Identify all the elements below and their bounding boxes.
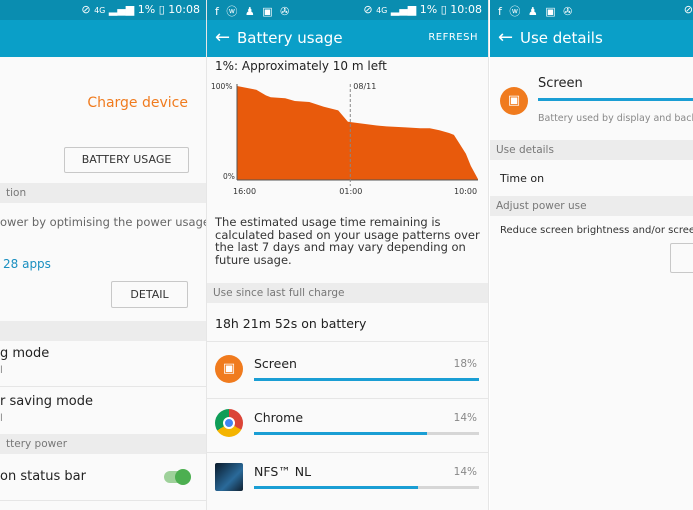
network-label: 4G <box>94 6 106 15</box>
battery-usage-panel: f ⓦ ♟ ▣ ✇ ⊘ 4G ▂▄▆ 1% ▯ 10:08 ← Battery … <box>206 0 489 510</box>
status-bar: f ⓦ ♟ ▣ ✇ ⊘ 4G ▂▄▆ 1% ▯ 10:08 <box>207 0 488 20</box>
left-panel: ⊘ 4G ▂▄▆ 1% ▯ 10:08 Charge device BATTER… <box>0 0 206 510</box>
notification-icons: f ⓦ ♟ ▣ ✇ <box>215 5 292 18</box>
toggle-knob <box>175 469 191 485</box>
nfs-game-icon <box>215 463 243 491</box>
mute-icon: ⊘ <box>81 3 91 16</box>
mute-icon: ⊘ <box>363 3 373 16</box>
app-usage-bar <box>254 486 479 489</box>
divider <box>207 398 488 399</box>
screen-description: Battery used by display and back <box>538 113 693 124</box>
divider <box>207 341 488 342</box>
app-bar: ← Battery usage REFRESH <box>207 20 488 57</box>
back-arrow-icon[interactable]: ← <box>498 27 513 48</box>
use-details-panel: f ⓦ ♟ ▣ ✇ ⊘ ← Use details ▣ Screen Batte… <box>490 0 693 510</box>
section-usage: Use since last full charge <box>207 283 488 303</box>
detail-button[interactable]: DETAIL <box>111 281 188 308</box>
mode-1-title[interactable]: g mode <box>0 346 49 361</box>
divider <box>207 452 488 453</box>
app-percent: 18% <box>453 358 477 370</box>
battery-icon: ▯ <box>440 3 447 16</box>
section-adjust-power: Adjust power use <box>490 196 693 216</box>
app-name[interactable]: NFS™ NL <box>254 464 311 479</box>
remaining-estimate: 1%: Approximately 10 m left <box>215 59 387 73</box>
y-tick-label: 0% <box>223 172 235 181</box>
mode-1-sub: l <box>0 365 3 376</box>
app-usage-bar-fill <box>254 432 428 435</box>
mute-icon: ⊘ <box>683 3 693 16</box>
battery-chart: 08/11 100% 0% 16:00 01:00 10:00 <box>211 82 478 196</box>
app-usage-bar-fill <box>254 378 479 381</box>
battery-percent: 1% <box>419 3 438 16</box>
screen-icon: ▣ <box>215 355 243 383</box>
divider <box>0 500 206 501</box>
clock: 10:08 <box>450 3 482 16</box>
mode-2-sub: l <box>0 413 3 424</box>
section-battery-power: ttery power <box>0 434 206 454</box>
app-bar: ← Use details <box>490 20 693 57</box>
battery-icon: ▯ <box>158 3 165 16</box>
x-tick-label: 16:00 <box>233 187 256 196</box>
y-tick-label: 100% <box>211 82 232 91</box>
screen-usage-bar <box>538 98 693 101</box>
optimization-description: ower by optimising the power usage <box>0 215 206 229</box>
x-tick-label: 01:00 <box>339 187 362 196</box>
battery-usage-button[interactable]: BATTERY USAGE <box>64 147 189 173</box>
app-usage-bar <box>254 378 479 381</box>
charge-device-label: Charge device <box>87 95 188 111</box>
screen-icon: ▣ <box>500 87 528 115</box>
status-right: ⊘ 4G ▂▄▆ 1% ▯ 10:08 <box>81 3 200 16</box>
mode-2-title[interactable]: r saving mode <box>0 394 93 409</box>
page-title: Battery usage <box>237 29 343 47</box>
divider <box>0 386 206 387</box>
screen-settings-button[interactable] <box>670 243 693 273</box>
clock: 10:08 <box>168 3 200 16</box>
status-bar: f ⓦ ♟ ▣ ✇ ⊘ <box>490 0 693 20</box>
signal-icon: ▂▄▆ <box>108 3 135 16</box>
date-marker-label: 08/11 <box>353 82 376 91</box>
status-right: ⊘ <box>684 3 693 16</box>
status-bar: ⊘ 4G ▂▄▆ 1% ▯ 10:08 <box>0 0 206 20</box>
section-modes <box>0 321 206 341</box>
signal-icon: ▂▄▆ <box>390 3 417 16</box>
battery-percent: 1% <box>137 3 156 16</box>
notification-icons: f ⓦ ♟ ▣ ✇ <box>498 5 575 18</box>
x-tick-label: 10:00 <box>454 187 477 196</box>
time-on-label: Time on <box>500 172 545 185</box>
battery-level-area <box>237 86 478 180</box>
network-label: 4G <box>376 6 388 15</box>
reduce-brightness-text: Reduce screen brightness and/or screen <box>500 225 693 236</box>
screen-usage-bar-fill <box>538 98 693 101</box>
status-bar-toggle[interactable] <box>164 469 191 485</box>
section-optimization: tion <box>0 183 206 203</box>
app-name[interactable]: Screen <box>254 356 297 371</box>
chrome-icon <box>215 409 243 437</box>
section-use-details: Use details <box>490 140 693 160</box>
status-bar-toggle-label: on status bar <box>0 469 86 484</box>
refresh-button[interactable]: REFRESH <box>428 32 478 43</box>
app-bar <box>0 20 206 57</box>
apps-link[interactable]: 28 apps <box>3 257 51 271</box>
back-arrow-icon[interactable]: ← <box>215 27 230 48</box>
app-usage-bar-fill <box>254 486 419 489</box>
usage-description: The estimated usage time remaining is ca… <box>215 215 480 267</box>
app-percent: 14% <box>453 466 477 478</box>
app-percent: 14% <box>453 412 477 424</box>
app-usage-bar <box>254 432 479 435</box>
chrome-center-dot <box>223 417 235 429</box>
app-name[interactable]: Chrome <box>254 410 303 425</box>
screen-title: Screen <box>538 76 583 91</box>
on-battery-duration: 18h 21m 52s on battery <box>215 316 367 331</box>
status-right: ⊘ 4G ▂▄▆ 1% ▯ 10:08 <box>363 3 482 16</box>
page-title: Use details <box>520 29 603 47</box>
